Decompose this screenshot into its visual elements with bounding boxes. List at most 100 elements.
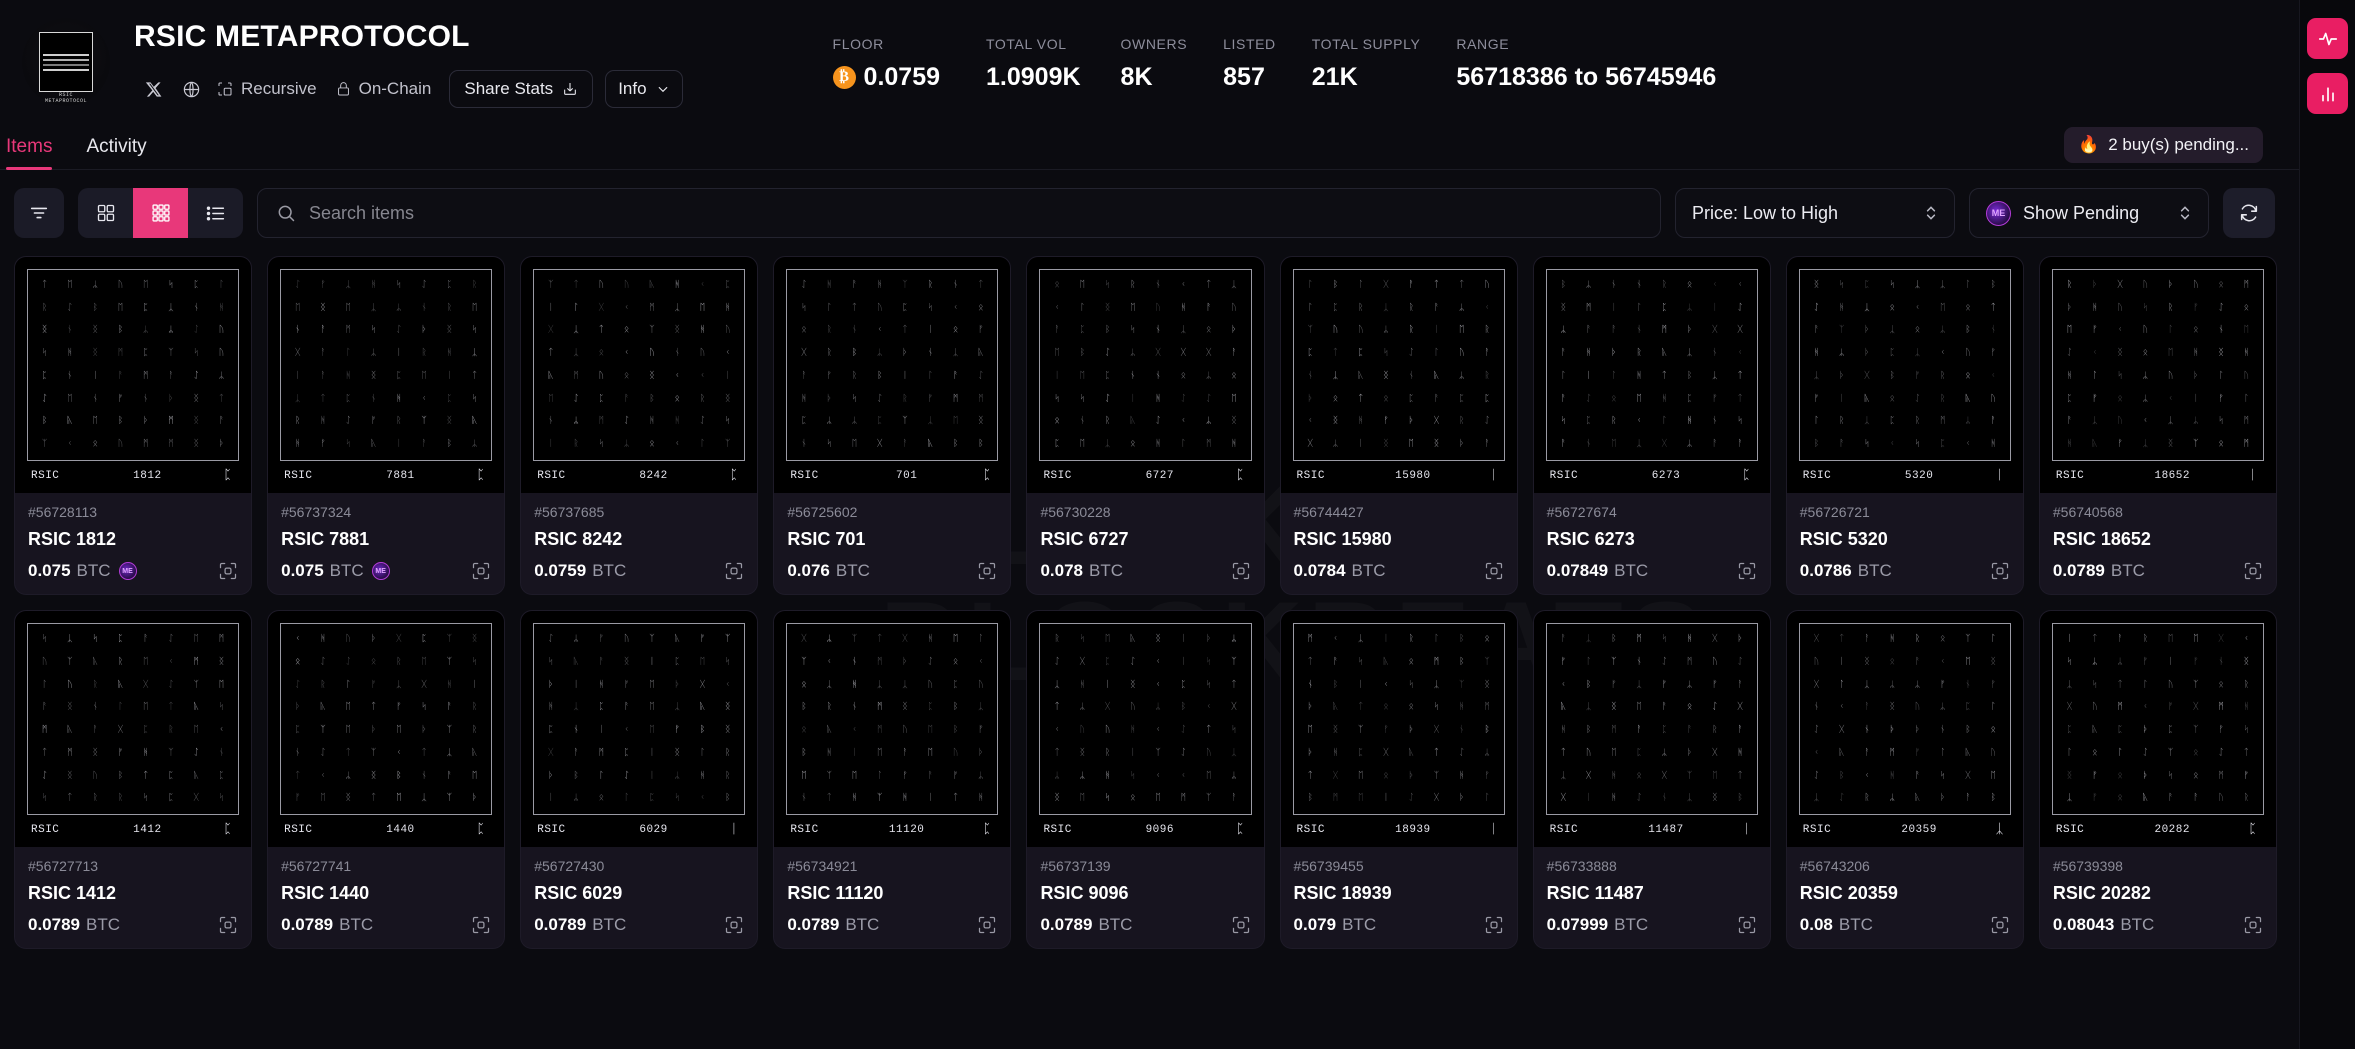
nft-card[interactable]: ᛏᛖᛦᚢᛖᛋᛈᛚᚱᛇᛒᛖᛈᛣᚾᚻᛝᚾᛝᛒᛦᛦᛇᚢᛋᚻᛝᛗᛈᛉᛋᚢᛈᚾᛁᚨᛗᚨᛇᛦ… bbox=[14, 256, 252, 595]
recursive-chip[interactable]: Recursive bbox=[210, 79, 329, 99]
search-icon bbox=[276, 203, 296, 223]
stat-value-text: 857 bbox=[1223, 63, 1265, 92]
stat-value: 56718386 to 56745946 bbox=[1456, 63, 1716, 92]
expand-icon[interactable] bbox=[977, 561, 997, 581]
avatar[interactable]: RSIC METAPROTOCOL bbox=[22, 18, 110, 106]
art-collection-name: RSIC bbox=[790, 470, 859, 482]
nft-art-caption: RSIC6273ᛈ bbox=[1546, 461, 1758, 491]
items-grid-wrap: ᛏᛖᛦᚢᛖᛋᛈᛚᚱᛇᛒᛖᛈᛣᚾᚻᛝᚾᛝᛒᛦᛦᛇᚢᛋᚻᛝᛗᛈᛉᛋᚢᛈᚾᛁᚨᛗᚨᛇᛦ… bbox=[0, 256, 2355, 949]
stat-total-supply: TOTAL SUPPLY21K bbox=[1312, 36, 1421, 92]
art-collection-name: RSIC bbox=[1297, 824, 1366, 836]
nft-card[interactable]: ᛋᛣᛋᛈᚨᛇᛖᛗᚢᛉᚣᚱᛖᚲᛗᛝᛚᚢᚱᚣᚷᛇᛉᛖᚨᛝᚾᛚᛖᛏᚣᛋᛗᚣᚨᚷᛈᚱᛖᚲ… bbox=[14, 610, 252, 949]
nft-card[interactable]: ᛇᚻᚨᚻᛉᚱᚾᛏᛋᛚᛏᚢᛈᛋᚲᛟᛟᚱᚾᚲᛏᛁᛟᚠᚷᚱᛒᛦᚦᚾᛣᚣᚨᚠᚱᛒᛁᛚᚨᛇ… bbox=[773, 256, 1011, 595]
nft-art-caption: RSIC7881ᛈ bbox=[280, 461, 492, 491]
nft-card[interactable]: ᚱᚦᚷᚢᚦᚢᛟᛗᚦᚻᚢᛋᚱᚠᛇᛟᛖᚠᚲᚢᛚᛟᚾᛖᛇᚲᛝᛟᛖᚻᛝᚻᚻᛚᛋᛦᚢᚦᛚᚢ… bbox=[2039, 256, 2277, 595]
expand-icon[interactable] bbox=[1737, 915, 1757, 935]
info-dropdown-button[interactable]: Info bbox=[605, 70, 682, 108]
expand-icon[interactable] bbox=[218, 915, 238, 935]
expand-icon[interactable] bbox=[2243, 915, 2263, 935]
art-collection-name: RSIC bbox=[1550, 470, 1619, 482]
onchain-chip[interactable]: On-Chain bbox=[329, 79, 444, 99]
grid-3x3-view[interactable] bbox=[133, 188, 188, 238]
pending-buys-badge[interactable]: 🔥 2 buy(s) pending... bbox=[2064, 127, 2263, 163]
nft-card[interactable]: ᛉᛏᚢᚢᚣᚻᚲᛈᛁᛚᚷᚲᛗᛣᛖᚻᚷᛣᛏᛟᛉᛝᚻᚢᛏᛣᛟᚲᚢᚾᚢᚲᚣᛗᚢᛟᛝᚲᚲᛁ… bbox=[520, 256, 758, 595]
nft-name: RSIC 1412 bbox=[28, 883, 238, 904]
globe-icon[interactable] bbox=[172, 74, 210, 104]
sort-select[interactable]: Price: Low to High bbox=[1675, 188, 1955, 238]
art-collection-name: RSIC bbox=[1043, 470, 1112, 482]
art-rune-symbol: ᛈ bbox=[954, 822, 995, 837]
nft-card[interactable]: ᛟᛖᛋᚱᚾᚲᛏᛣᚲᛚᛝᛖᚢᚻᚨᚢᚨᛈᛒᛋᚾᛣᛟᚦᛖᛒᛇᛦᚷᚷᚷᚨᛁᛖᛈᚾᚾᛟᛦᛟ… bbox=[1026, 256, 1264, 595]
nft-card[interactable]: ᛁᛏᚨᚱᛖᛖᚷᚲᛋᛦᛦᚠᛁᚠᚾᛝᛣᛋᛏᛚᚢᛉᛟᚱᚷᚢᛗᚲᚠᚷᛗᚻᛈᚣᛈᚦᛈᛉᚠᛋ… bbox=[2039, 610, 2277, 949]
expand-icon[interactable] bbox=[1484, 561, 1504, 581]
nft-card-footer: 0.075BTCME bbox=[281, 561, 491, 581]
search-input[interactable] bbox=[309, 203, 1642, 224]
nft-card[interactable]: ᛇᚠᛣᚻᛋᛇᛈᚱᛖᛝᛖᛣᛦᚾᚱᛖᚾᚨᛗᛋᛇᚦᛝᛋᚷᚨᛚᛦᛁᚱᚻᛣᛁᚨᚻᛝᛈᛖᛁᛏ… bbox=[267, 256, 505, 595]
nft-card[interactable]: ᛝᛋᛈᛋᛣᛣᛚᛒᛇᚻᛣᛟᚲᛖᛟᛏᚨᛉᚦᛣᛟᛦᛒᚾᚻᛦᚦᛈᛣᚲᚢᚠᛣᚦᚷᛒᚠᚱᛟᚲ… bbox=[1786, 256, 2024, 595]
share-stats-label: Share Stats bbox=[464, 79, 553, 99]
art-number: 20359 bbox=[1872, 824, 1966, 836]
nft-card[interactable]: ᚱᛋᛖᚣᛝᛁᚦᛦᛇᚷᛈᛇᚲᛁᛋᛉᛣᚻᛁᛝᚲᛈᛋᛏᛏᛦᚷᚢᛦᛒᚲᚷᚲᚢᚢᚻᚲᛇᛏᛋ… bbox=[1026, 610, 1264, 949]
expand-icon[interactable] bbox=[1990, 561, 2010, 581]
expand-icon[interactable] bbox=[1737, 561, 1757, 581]
expand-icon[interactable] bbox=[724, 915, 744, 935]
refresh-icon[interactable] bbox=[2223, 188, 2275, 238]
search-bar[interactable] bbox=[257, 188, 1661, 238]
nft-card-footer: 0.076BTC bbox=[787, 561, 997, 581]
magic-eden-icon: ME bbox=[372, 562, 390, 580]
grid-2x2-view[interactable] bbox=[78, 188, 133, 238]
art-number: 6727 bbox=[1113, 470, 1207, 482]
info-label: Info bbox=[618, 79, 646, 99]
x-icon[interactable] bbox=[134, 74, 172, 104]
nft-card[interactable]: ᚷᛦᛉᛏᚷᚻᛖᛚᛉᚲᚾᛗᚦᛇᛟᚲᛟᛣᚻᛣᛣᚢᛈᚢᛒᚱᚾᛗᛝᛈᛒᛣᛟᚣᚲᛗᚢᛖᛒᚠ… bbox=[773, 610, 1011, 949]
art-collection-name: RSIC bbox=[1550, 824, 1619, 836]
rune-grid: ᛁᛏᚨᚱᛖᛖᚷᚲᛋᛦᛦᚠᛁᚠᚾᛝᛣᛋᛏᛚᚢᛉᛟᚱᚷᚢᛗᚲᚠᚷᛗᚻᛈᚣᛈᚦᛈᛉᚠᛋ… bbox=[2052, 623, 2264, 815]
art-collection-name: RSIC bbox=[284, 470, 353, 482]
items-grid: ᛏᛖᛦᚢᛖᛋᛈᛚᚱᛇᛒᛖᛈᛣᚾᚻᛝᚾᛝᛒᛦᛦᛇᚢᛋᚻᛝᛗᛈᛉᛋᚢᛈᚾᛁᚨᛗᚨᛇᛦ… bbox=[14, 256, 2277, 949]
show-pending-select[interactable]: ME Show Pending bbox=[1969, 188, 2209, 238]
nft-art: ᛉᛏᚢᚢᚣᚻᚲᛈᛁᛚᚷᚲᛗᛣᛖᚻᚷᛣᛏᛟᛉᛝᚻᚢᛏᛣᛟᚲᚢᚾᚢᚲᚣᛗᚢᛟᛝᚲᚲᛁ… bbox=[521, 257, 757, 493]
expand-icon[interactable] bbox=[2243, 561, 2263, 581]
expand-icon[interactable] bbox=[471, 561, 491, 581]
show-pending-label: Show Pending bbox=[2023, 203, 2139, 224]
nft-card[interactable]: ᚷᛏᚨᚻᚱᛟᛉᛚᚢᛁᛝᛟᚨᚲᛖᛝᚷᛚᛣᛦᛦᚠᚾᚠᚾᚲᚨᛝᚢᛦᛈᛚᛇᚷᚾᚦᚦᚾᛒᛟ… bbox=[1786, 610, 2024, 949]
expand-icon[interactable] bbox=[1231, 561, 1251, 581]
expand-icon[interactable] bbox=[471, 915, 491, 935]
expand-icon[interactable] bbox=[724, 561, 744, 581]
nft-card[interactable]: ᛒᛦᚾᚾᚱᛟᚲᚲᛝᛗᛁᛚᛈᛦᛁᛇᛦᚨᚨᚾᛗᚦᚷᚷᚨᚻᚦᚱᚣᛣᚾᚲᛚᛁᛚᚻᛏᛒᛣᛏ… bbox=[1533, 256, 1771, 595]
avatar-art: RSIC METAPROTOCOL bbox=[39, 32, 93, 92]
nft-price: 0.0789 bbox=[281, 915, 333, 935]
recursive-label: Recursive bbox=[241, 79, 317, 99]
stat-label: RANGE bbox=[1456, 36, 1716, 52]
collection-header: RSIC METAPROTOCOL RSIC METAPROTOCOL Recu… bbox=[0, 0, 2355, 126]
collection-stats: FLOOR₿0.0759TOTAL VOL1.0909KOWNERS8KLIST… bbox=[833, 14, 1717, 92]
chevron-down-icon bbox=[656, 82, 670, 96]
bar-chart-icon[interactable] bbox=[2307, 73, 2348, 114]
nft-currency: BTC bbox=[1352, 561, 1386, 581]
nft-card[interactable]: ᚨᛣᛒᛗᛋᚻᚷᚦᚠᛚᛉᚾᛇᛗᚢᛇᚲᛒᚠᛣᚠᛦᚠᚨᚣᛣᛝᛖᚨᛟᛇᚷᚻᛒᛗᚨᛈᚨᚱᚨ… bbox=[1533, 610, 1771, 949]
tab-items[interactable]: Items bbox=[6, 136, 52, 169]
list-view[interactable] bbox=[188, 188, 243, 238]
expand-icon[interactable] bbox=[218, 561, 238, 581]
nft-card-body: #56728113RSIC 18120.075BTCME bbox=[15, 493, 251, 594]
nft-card[interactable]: ᚲᚻᚢᚦᚷᛈᛉᛝᛟᛇᛇᛟᚱᛖᛉᛋᛇᚱᛚᚠᛣᚷᚻᛁᚦᚣᛖᛏᚠᛋᚨᚱᛈᛉᛖᚦᛖᚦᛉᚱ… bbox=[267, 610, 505, 949]
art-collection-name: RSIC bbox=[284, 824, 353, 836]
tab-activity[interactable]: Activity bbox=[86, 136, 146, 169]
nft-card[interactable]: ᛇᛦᚠᚢᛉᚣᚠᛉᛋᚣᚨᛝᛁᛈᛖᛋᚦᛁᚻᚠᛖᚦᚷᚲᚻᛣᛈᚨᛖᛣᚣᛝᛈᚾᛁᚲᛖᚠᛒᛝ… bbox=[520, 610, 758, 949]
expand-icon[interactable] bbox=[977, 915, 997, 935]
share-stats-button[interactable]: Share Stats bbox=[449, 70, 593, 108]
art-number: 6273 bbox=[1619, 470, 1713, 482]
art-number: 11120 bbox=[860, 824, 954, 836]
nft-card[interactable]: ᛚᛒᛚᚷᚨᛏᛏᚢᛚᛈᚱᛣᚱᚨᛦᚲᛉᚢᚢᛦᚱᛁᛖᚱᛈᛏᛈᛋᛇᛚᚢᚨᚾᛣᚣᛝᚾᚣᛦᚱ… bbox=[1280, 256, 1518, 595]
nft-name: RSIC 8242 bbox=[534, 529, 744, 550]
nft-art: ᛋᛣᛋᛈᚨᛇᛖᛗᚢᛉᚣᚱᛖᚲᛗᛝᛚᚢᚱᚣᚷᛇᛉᛖᚨᛝᚾᛚᛖᛏᚣᛋᛗᚣᚨᚷᛈᚱᛖᚲ… bbox=[15, 611, 251, 847]
expand-icon[interactable] bbox=[1231, 915, 1251, 935]
activity-pulse-icon[interactable] bbox=[2307, 18, 2348, 59]
expand-icon[interactable] bbox=[1484, 915, 1504, 935]
nft-card[interactable]: ᛗᚲᛣᛁᚱᛚᛒᛟᛏᚨᛋᚣᛟᛗᛒᛉᚾᛒᛁᚲᛋᛣᛉᛝᚦᚣᛏᛟᛟᛋᚻᛗᛖᛝᛉᚠᚦᚷᚾᛒ… bbox=[1280, 610, 1518, 949]
expand-icon[interactable] bbox=[1990, 915, 2010, 935]
nft-currency: BTC bbox=[2120, 915, 2154, 935]
filter-icon[interactable] bbox=[14, 188, 64, 238]
sort-select-value: Price: Low to High bbox=[1692, 203, 1838, 224]
stat-value: 21K bbox=[1312, 63, 1421, 92]
